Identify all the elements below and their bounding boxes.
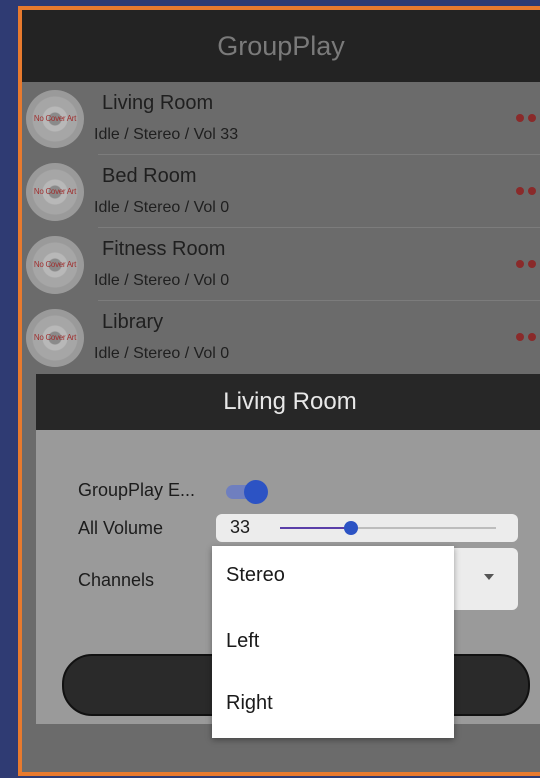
channels-option-right[interactable]: Right bbox=[226, 692, 273, 715]
groupplay-enable-label: GroupPlay E... bbox=[78, 480, 196, 500]
disc-icon: No Cover Art bbox=[26, 90, 84, 148]
list-item[interactable]: No Cover Art Library Idle / Stereo / Vol… bbox=[22, 301, 540, 374]
dialog-title: Living Room bbox=[223, 388, 357, 415]
volume-slider-fill bbox=[280, 527, 352, 529]
more-dots-icon[interactable] bbox=[516, 114, 536, 122]
room-list: No Cover Art Living Room Idle / Stereo /… bbox=[22, 82, 540, 374]
dialog-header: Living Room bbox=[36, 374, 540, 430]
all-volume-label: All Volume bbox=[78, 518, 164, 538]
room-status: Idle / Stereo / Vol 0 bbox=[94, 272, 230, 289]
cover-art-placeholder: No Cover Art bbox=[33, 260, 77, 269]
room-name: Library bbox=[102, 311, 164, 333]
volume-slider[interactable] bbox=[280, 521, 496, 535]
room-name: Living Room bbox=[102, 92, 214, 114]
room-name: Bed Room bbox=[102, 165, 197, 187]
app-title: GroupPlay bbox=[217, 30, 345, 61]
channels-dropdown-menu: Stereo Left Right bbox=[212, 546, 454, 738]
cover-art-placeholder: No Cover Art bbox=[33, 187, 77, 196]
cover-art-placeholder: No Cover Art bbox=[33, 114, 77, 123]
volume-slider-thumb[interactable] bbox=[344, 521, 359, 535]
disc-icon: No Cover Art bbox=[26, 163, 84, 221]
disc-icon: No Cover Art bbox=[26, 236, 84, 294]
channels-label: Channels bbox=[78, 570, 155, 590]
more-dots-icon[interactable] bbox=[516, 260, 536, 268]
list-item[interactable]: No Cover Art Bed Room Idle / Stereo / Vo… bbox=[22, 155, 540, 228]
channels-option-left[interactable]: Left bbox=[226, 630, 259, 653]
room-status: Idle / Stereo / Vol 0 bbox=[94, 345, 230, 362]
list-item[interactable]: No Cover Art Fitness Room Idle / Stereo … bbox=[22, 228, 540, 301]
app-header: GroupPlay bbox=[22, 10, 540, 82]
volume-value: 33 bbox=[230, 517, 251, 537]
channels-option-stereo[interactable]: Stereo bbox=[226, 564, 285, 587]
room-status: Idle / Stereo / Vol 33 bbox=[94, 126, 239, 143]
room-name: Fitness Room bbox=[102, 238, 226, 260]
more-dots-icon[interactable] bbox=[516, 187, 536, 195]
groupplay-toggle[interactable] bbox=[226, 480, 270, 504]
cover-art-placeholder: No Cover Art bbox=[33, 333, 77, 342]
toggle-thumb[interactable] bbox=[244, 480, 268, 504]
volume-control: 33 bbox=[216, 514, 518, 542]
room-status: Idle / Stereo / Vol 0 bbox=[94, 199, 230, 216]
device-frame: GroupPlay No Cover Art Living Room Idle … bbox=[18, 6, 540, 776]
more-dots-icon[interactable] bbox=[516, 333, 536, 341]
list-item[interactable]: No Cover Art Living Room Idle / Stereo /… bbox=[22, 82, 540, 155]
caret-down-icon bbox=[484, 574, 494, 580]
disc-icon: No Cover Art bbox=[26, 309, 84, 367]
